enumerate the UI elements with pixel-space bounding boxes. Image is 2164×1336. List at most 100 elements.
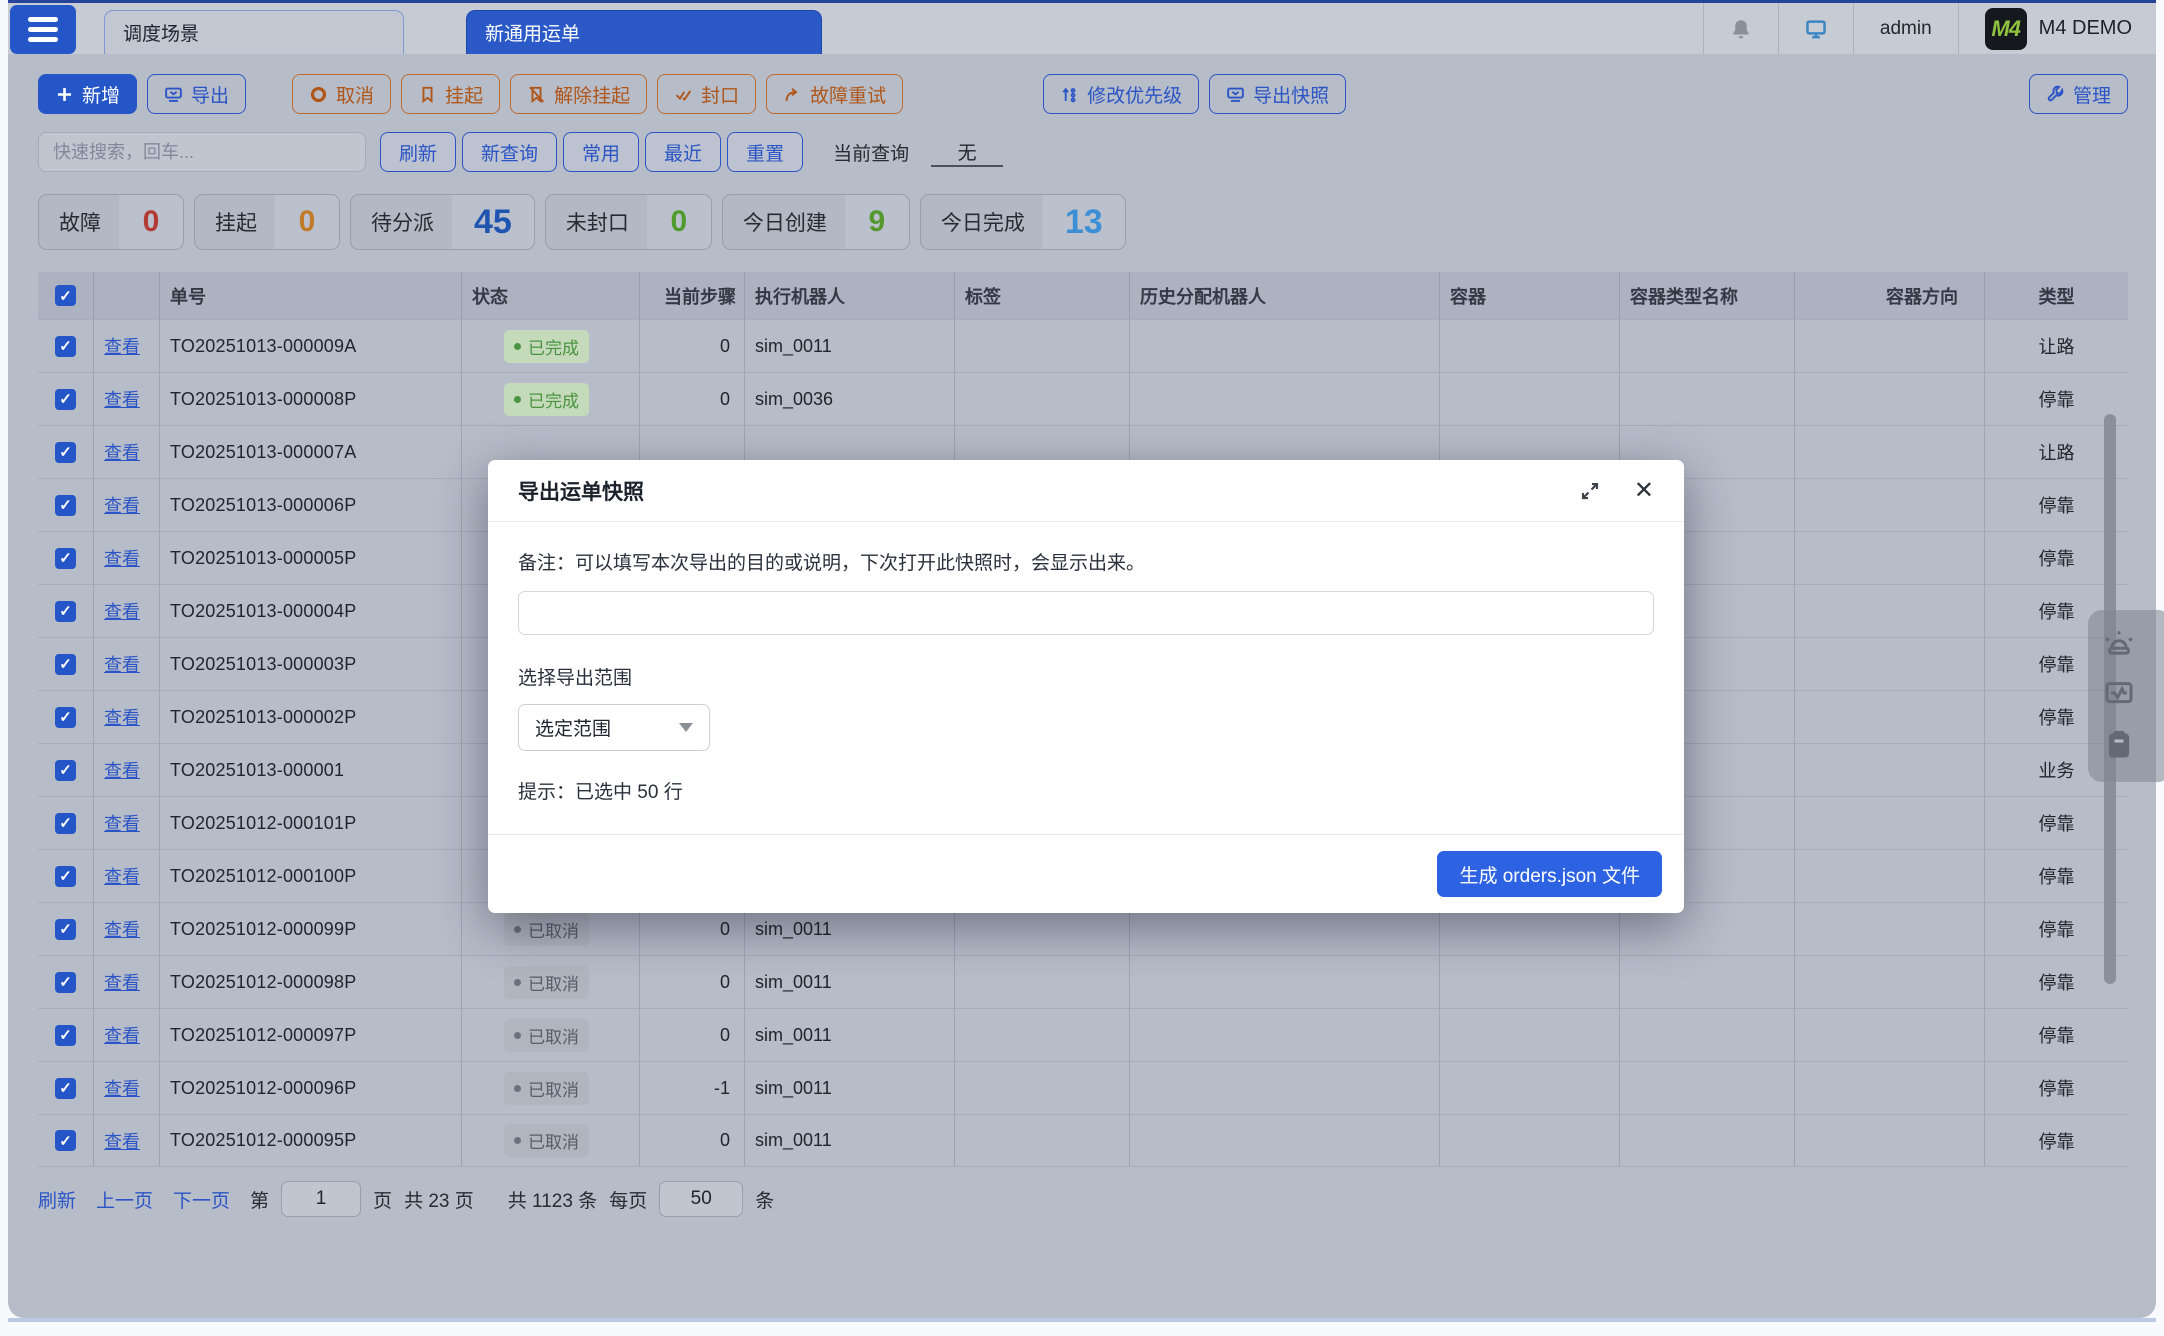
column-header-9[interactable]: 类型 bbox=[1985, 272, 2128, 319]
pager-next-link[interactable]: 下一页 bbox=[173, 1186, 230, 1213]
search-input[interactable] bbox=[38, 132, 366, 172]
toolbar-button-priority[interactable]: 修改优先级 bbox=[1043, 74, 1199, 114]
status-counter[interactable]: 故障0 bbox=[38, 194, 184, 250]
view-link[interactable]: 查看 bbox=[104, 916, 140, 942]
page-number-input[interactable] bbox=[281, 1181, 361, 1217]
view-link[interactable]: 查看 bbox=[104, 386, 140, 412]
row-checkbox[interactable]: ✓ bbox=[55, 1025, 76, 1046]
pager-refresh-link[interactable]: 刷新 bbox=[38, 1186, 76, 1213]
snapshot-note-input[interactable] bbox=[518, 591, 1654, 635]
pager-prev-link[interactable]: 上一页 bbox=[96, 1186, 153, 1213]
row-checkbox[interactable]: ✓ bbox=[55, 654, 76, 675]
container-direction-cell bbox=[1795, 956, 1985, 1008]
view-link[interactable]: 查看 bbox=[104, 333, 140, 359]
view-link[interactable]: 查看 bbox=[104, 1075, 140, 1101]
row-checkbox[interactable]: ✓ bbox=[55, 972, 76, 993]
toolbar-button-plus[interactable]: 新增 bbox=[38, 74, 137, 114]
status-dot-icon bbox=[514, 396, 521, 403]
row-checkbox[interactable]: ✓ bbox=[55, 813, 76, 834]
tab-dispatch-scene[interactable]: 调度场景 bbox=[104, 10, 404, 54]
container-cell bbox=[1440, 1009, 1620, 1061]
view-link[interactable]: 查看 bbox=[104, 757, 140, 783]
search-action-button-3[interactable]: 最近 bbox=[645, 132, 721, 172]
view-link[interactable]: 查看 bbox=[104, 651, 140, 677]
close-icon[interactable]: ✕ bbox=[1634, 479, 1654, 503]
view-link[interactable]: 查看 bbox=[104, 439, 140, 465]
view-link[interactable]: 查看 bbox=[104, 704, 140, 730]
column-header-6[interactable]: 容器 bbox=[1440, 272, 1620, 319]
row-checkbox-cell: ✓ bbox=[38, 1115, 94, 1166]
view-link[interactable]: 查看 bbox=[104, 598, 140, 624]
notifications-button[interactable] bbox=[1703, 3, 1778, 54]
per-page-input[interactable] bbox=[659, 1181, 743, 1217]
row-checkbox[interactable]: ✓ bbox=[55, 548, 76, 569]
export-range-select[interactable]: 选定范围 bbox=[518, 704, 710, 751]
row-checkbox-cell: ✓ bbox=[38, 903, 94, 955]
toolbar-button-export[interactable]: 导出快照 bbox=[1209, 74, 1346, 114]
view-link[interactable]: 查看 bbox=[104, 492, 140, 518]
clipboard-button[interactable] bbox=[2104, 729, 2134, 764]
view-column-header bbox=[94, 272, 160, 319]
view-link[interactable]: 查看 bbox=[104, 1022, 140, 1048]
side-tool-panel bbox=[2088, 610, 2164, 782]
row-checkbox[interactable]: ✓ bbox=[55, 389, 76, 410]
column-header-5[interactable]: 历史分配机器人 bbox=[1130, 272, 1440, 319]
column-header-3[interactable]: 执行机器人 bbox=[745, 272, 955, 319]
button-label: 故障重试 bbox=[810, 81, 886, 108]
view-link[interactable]: 查看 bbox=[104, 863, 140, 889]
row-checkbox[interactable]: ✓ bbox=[55, 1078, 76, 1099]
monitor-pulse-button[interactable] bbox=[2104, 678, 2134, 713]
plus-icon bbox=[55, 85, 74, 104]
row-checkbox[interactable]: ✓ bbox=[55, 495, 76, 516]
row-checkbox[interactable]: ✓ bbox=[55, 919, 76, 940]
status-counter[interactable]: 今日完成13 bbox=[920, 194, 1126, 250]
generate-orders-json-button[interactable]: 生成 orders.json 文件 bbox=[1437, 851, 1662, 897]
select-all-checkbox[interactable]: ✓ bbox=[55, 285, 76, 306]
current-query-value[interactable]: 无 bbox=[931, 138, 1003, 167]
status-counter[interactable]: 挂起0 bbox=[194, 194, 340, 250]
export-range-value: 选定范围 bbox=[535, 714, 611, 741]
column-header-8[interactable]: 容器方向 bbox=[1795, 272, 1985, 319]
view-link[interactable]: 查看 bbox=[104, 969, 140, 995]
row-checkbox[interactable]: ✓ bbox=[55, 336, 76, 357]
order-number-cell: TO20251012-000096P bbox=[160, 1062, 462, 1114]
view-link[interactable]: 查看 bbox=[104, 545, 140, 571]
monitor-button[interactable] bbox=[1778, 3, 1853, 54]
search-action-button-0[interactable]: 刷新 bbox=[380, 132, 456, 172]
robot-cell: sim_0011 bbox=[745, 1062, 955, 1114]
toolbar-button-bookmark[interactable]: 挂起 bbox=[401, 74, 500, 114]
status-counter[interactable]: 今日创建9 bbox=[722, 194, 910, 250]
toolbar-button-bookmark-off[interactable]: 解除挂起 bbox=[510, 74, 647, 114]
column-header-0[interactable]: 单号 bbox=[160, 272, 462, 319]
row-checkbox[interactable]: ✓ bbox=[55, 707, 76, 728]
column-header-4[interactable]: 标签 bbox=[955, 272, 1130, 319]
column-header-7[interactable]: 容器类型名称 bbox=[1620, 272, 1795, 319]
expand-icon[interactable] bbox=[1580, 481, 1600, 501]
row-checkbox[interactable]: ✓ bbox=[55, 601, 76, 622]
hamburger-menu-button[interactable] bbox=[10, 5, 76, 54]
toolbar-button-retry[interactable]: 故障重试 bbox=[766, 74, 903, 114]
column-header-1[interactable]: 状态 bbox=[462, 272, 640, 319]
status-counter[interactable]: 待分派45 bbox=[350, 194, 535, 250]
row-checkbox[interactable]: ✓ bbox=[55, 866, 76, 887]
row-checkbox[interactable]: ✓ bbox=[55, 760, 76, 781]
view-link[interactable]: 查看 bbox=[104, 1128, 140, 1154]
column-header-2[interactable]: 当前步骤 bbox=[640, 272, 745, 319]
order-number-cell: TO20251013-000004P bbox=[160, 585, 462, 637]
search-action-button-4[interactable]: 重置 bbox=[727, 132, 803, 172]
tab-new-transport-order[interactable]: 新通用运单 bbox=[466, 10, 822, 54]
toolbar-button-stop[interactable]: 取消 bbox=[292, 74, 391, 114]
toolbar-button-export[interactable]: 导出 bbox=[147, 74, 246, 114]
status-counter[interactable]: 未封口0 bbox=[545, 194, 712, 250]
search-action-button-1[interactable]: 新查询 bbox=[462, 132, 557, 172]
row-checkbox[interactable]: ✓ bbox=[55, 442, 76, 463]
status-cell: 已取消 bbox=[462, 1115, 640, 1166]
toolbar-button-double-check[interactable]: 封口 bbox=[657, 74, 756, 114]
row-checkbox[interactable]: ✓ bbox=[55, 1130, 76, 1151]
search-action-button-2[interactable]: 常用 bbox=[563, 132, 639, 172]
user-menu[interactable]: admin bbox=[1853, 3, 1958, 54]
view-link[interactable]: 查看 bbox=[104, 810, 140, 836]
manage-button[interactable]: 管理 bbox=[2029, 74, 2128, 114]
history-robot-cell bbox=[1130, 956, 1440, 1008]
siren-button[interactable] bbox=[2104, 628, 2134, 663]
